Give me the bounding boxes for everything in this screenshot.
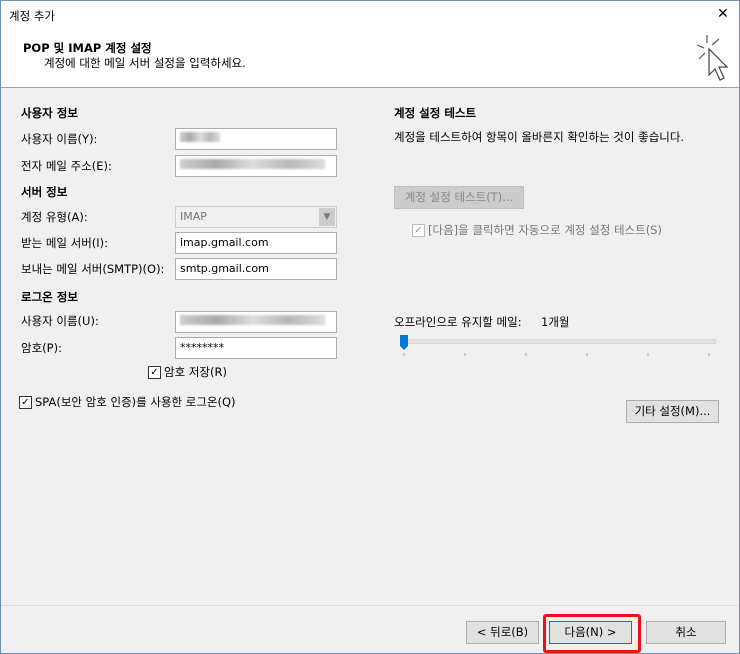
next-button[interactable]: 다음(N) > [549,621,632,644]
slider-thumb[interactable] [400,335,408,350]
account-type-value: IMAP [180,210,207,223]
user-name-label: 사용자 이름(Y): [21,132,98,146]
outgoing-server-input[interactable]: smtp.gmail.com [175,258,337,280]
login-info-heading: 로그온 정보 [21,290,78,304]
user-name-input[interactable] [175,128,337,150]
test-heading: 계정 설정 테스트 [394,106,477,120]
test-description: 계정을 테스트하여 항목이 올바른지 확인하는 것이 좋습니다. [394,130,685,144]
auto-test-checkbox[interactable]: ✓ [다음]을 클릭하면 자동으로 계정 설정 테스트(S) [412,222,662,238]
close-button[interactable]: ✕ [717,6,729,22]
account-type-label: 계정 유형(A): [21,210,88,224]
cursor-sparkle-icon [696,35,729,81]
login-user-label: 사용자 이름(U): [21,314,99,328]
offline-slider-track [400,335,710,356]
window-title: 계정 추가 [9,9,55,23]
checkmark-icon: ✓ [148,366,161,379]
offline-label: 오프라인으로 유지할 메일: [394,315,522,329]
checkmark-icon: ✓ [19,396,32,409]
checkmark-icon: ✓ [412,224,425,237]
remember-password-label: 암호 저장(R) [164,365,227,379]
account-dialog: 계정 추가 ✕ POP 및 IMAP 계정 설정 계정에 대한 메일 서버 설정… [0,0,740,654]
footer-divider [1,605,739,606]
password-input[interactable]: ******** [175,337,337,359]
title-bar: 계정 추가 ✕ [1,1,739,31]
chevron-down-icon: ▼ [319,208,335,226]
login-user-input[interactable] [175,311,337,333]
incoming-server-input[interactable]: imap.gmail.com [175,232,337,254]
email-label: 전자 메일 주소(E): [21,159,112,173]
page-subtitle: 계정에 대한 메일 서버 설정을 입력하세요. [44,56,246,70]
server-info-heading: 서버 정보 [21,185,68,199]
more-settings-button[interactable]: 기타 설정(M)... [626,400,719,423]
spa-label: SPA(보안 암호 인증)를 사용한 로그온(Q) [35,395,236,409]
remember-password-checkbox[interactable]: ✓ 암호 저장(R) [148,364,227,380]
offline-value: 1개월 [541,315,570,329]
email-input[interactable] [175,155,337,177]
auto-test-label: [다음]을 클릭하면 자동으로 계정 설정 테스트(S) [428,223,662,237]
cancel-button[interactable]: 취소 [646,621,726,644]
outgoing-server-label: 보내는 메일 서버(SMTP)(O): [21,262,165,276]
password-label: 암호(P): [21,341,62,355]
incoming-server-label: 받는 메일 서버(I): [21,236,109,250]
account-type-select[interactable]: IMAP ▼ [175,206,337,228]
user-info-heading: 사용자 정보 [21,106,78,120]
spa-checkbox[interactable]: ✓ SPA(보안 암호 인증)를 사용한 로그온(Q) [19,394,236,410]
test-account-button[interactable]: 계정 설정 테스트(T)... [394,186,524,209]
back-button[interactable]: < 뒤로(B) [466,621,539,644]
header: POP 및 IMAP 계정 설정 계정에 대한 메일 서버 설정을 입력하세요. [1,31,739,88]
page-title: POP 및 IMAP 계정 설정 [23,41,152,55]
